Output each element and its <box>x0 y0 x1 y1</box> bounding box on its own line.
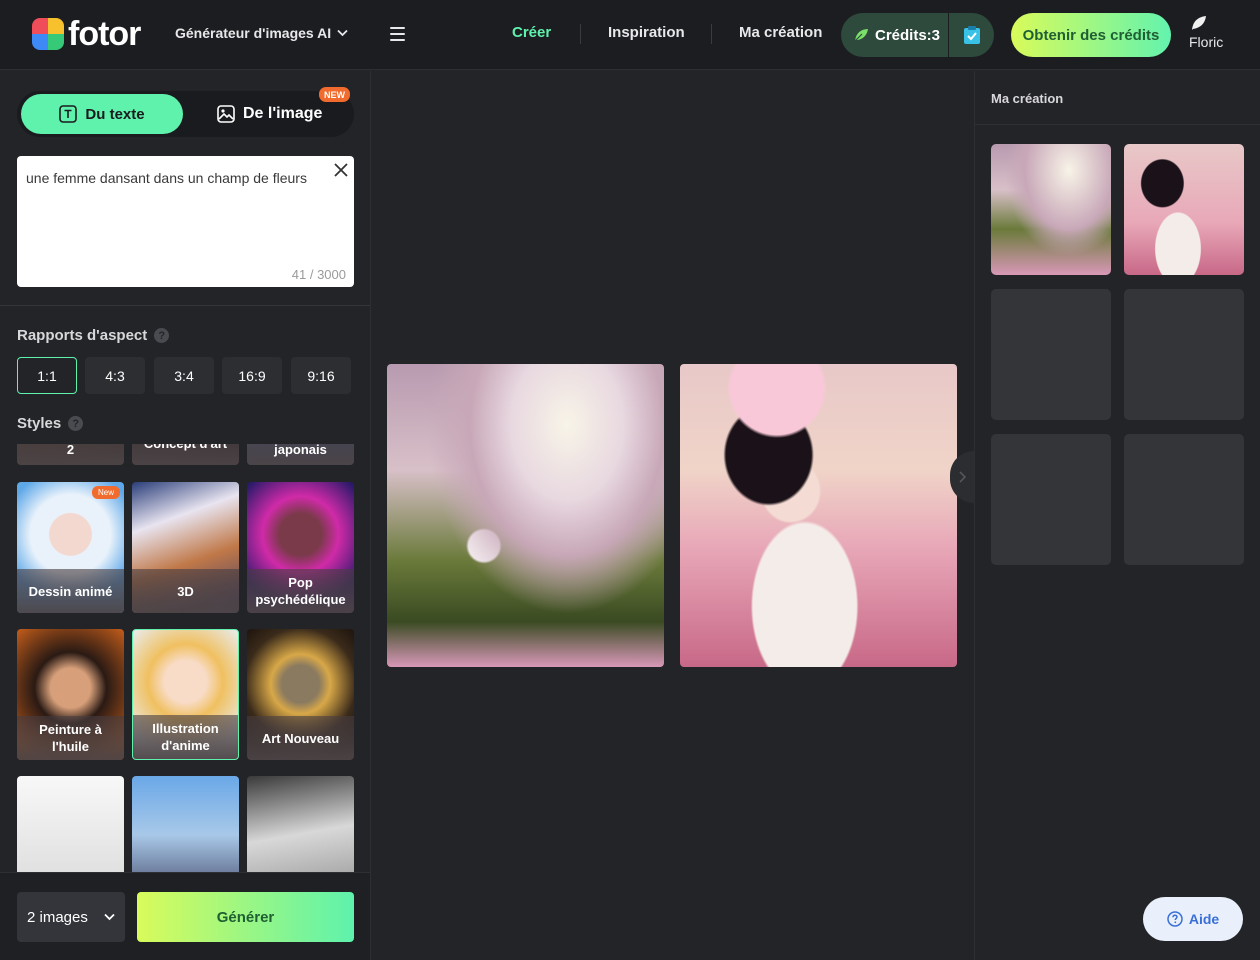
style-card-sketch[interactable] <box>17 776 124 872</box>
new-badge: NEW <box>319 87 350 102</box>
generate-bar: 2 images Générer <box>0 872 370 960</box>
clipboard-check-icon <box>963 26 980 44</box>
style-card-3d[interactable]: 3D <box>132 482 239 613</box>
style-card-illustration-anime[interactable]: Illustration d'anime <box>132 629 239 760</box>
tool-select-dropdown[interactable]: Générateur d'images AI <box>175 25 348 41</box>
style-card-art-nouveau[interactable]: Art Nouveau <box>247 629 354 760</box>
aspect-ratio-heading: Rapports d'aspect ? <box>17 327 170 344</box>
style-card-dessin-anime[interactable]: New Dessin animé <box>17 482 124 613</box>
aspect-ratio-label: Rapports d'aspect <box>17 327 148 344</box>
style-card-monochrome[interactable] <box>247 776 354 872</box>
ratio-1-1[interactable]: 1:1 <box>17 357 77 394</box>
nav-separator <box>711 24 712 44</box>
nav-inspiration[interactable]: Inspiration <box>608 24 685 41</box>
my-creations-title: Ma création <box>991 91 1064 106</box>
creation-thumbnail[interactable] <box>991 144 1111 275</box>
creation-thumbnail-placeholder <box>1124 434 1244 565</box>
get-credits-button[interactable]: Obtenir des crédits <box>1011 13 1171 57</box>
close-icon[interactable] <box>333 162 349 178</box>
app-root: fotor Générateur d'images AI Créer Inspi… <box>0 0 1260 960</box>
top-header: fotor Générateur d'images AI Créer Inspi… <box>0 0 1260 70</box>
credits-pill[interactable]: Crédits:3 <box>841 13 994 57</box>
style-card-partial[interactable]: 2 <box>17 444 124 465</box>
help-icon[interactable]: ? <box>154 328 170 343</box>
user-menu[interactable]: Floric <box>1186 14 1228 58</box>
new-badge: New <box>92 486 120 499</box>
prompt-textarea[interactable]: une femme dansant dans un champ de fleur… <box>17 156 354 287</box>
tab-du-texte-label: Du texte <box>85 105 145 123</box>
generated-image-1[interactable] <box>387 364 664 667</box>
styles-grid: 2 Concept d'art japonais New Dessin anim… <box>17 444 354 872</box>
nav-creer[interactable]: Créer <box>512 24 551 41</box>
prompt-text[interactable]: une femme dansant dans un champ de fleur… <box>26 170 326 186</box>
creation-thumbnail[interactable] <box>1124 144 1244 275</box>
chevron-down-icon <box>104 913 115 921</box>
style-card-peinture-huile[interactable]: Peinture à l'huile <box>17 629 124 760</box>
tab-de-limage-label: De l'image <box>243 105 323 122</box>
leaf-icon <box>854 29 868 42</box>
mode-toggle: Du texte De l'image NEW <box>17 87 354 137</box>
help-label: Aide <box>1188 911 1220 927</box>
image-count-select[interactable]: 2 images <box>17 892 125 942</box>
creation-thumbnail-placeholder <box>991 289 1111 420</box>
aspect-ratio-group: 1:1 4:3 3:4 16:9 9:16 <box>17 357 352 394</box>
creation-thumbnail-placeholder <box>991 434 1111 565</box>
panel-divider <box>975 124 1260 125</box>
creation-thumbnail-placeholder <box>1124 289 1244 420</box>
ratio-4-3[interactable]: 4:3 <box>85 357 145 394</box>
style-card-anime-city[interactable] <box>132 776 239 872</box>
generate-button[interactable]: Générer <box>137 892 354 942</box>
left-panel: Du texte De l'image NEW une femme dansan… <box>0 71 371 960</box>
nav-ma-creation[interactable]: Ma création <box>739 24 822 41</box>
nav-separator <box>580 24 581 44</box>
generated-image-2[interactable] <box>680 364 957 667</box>
user-name: Floric <box>1189 34 1224 50</box>
style-card-partial[interactable]: Concept d'art <box>132 444 239 465</box>
my-creations-panel: Ma création <box>974 71 1260 960</box>
style-card-pop-psychedelique[interactable]: Pop psychédélique <box>247 482 354 613</box>
task-clipboard-button[interactable] <box>948 13 994 57</box>
logo-mark-icon <box>32 18 64 50</box>
text-icon <box>59 105 78 123</box>
style-card-partial[interactable]: japonais <box>247 444 354 465</box>
ratio-3-4[interactable]: 3:4 <box>154 357 214 394</box>
menu-icon[interactable] <box>390 27 405 41</box>
section-divider <box>0 305 370 306</box>
fotor-logo[interactable]: fotor <box>32 15 141 53</box>
ratio-9-16[interactable]: 9:16 <box>291 357 351 394</box>
styles-label: Styles <box>17 415 62 432</box>
chevron-right-icon <box>958 471 966 483</box>
avatar-leaf-icon <box>1192 16 1206 30</box>
credits-label: Crédits:3 <box>875 26 941 44</box>
tab-du-texte[interactable]: Du texte <box>21 94 183 134</box>
image-icon <box>217 105 235 123</box>
tool-select-label: Générateur d'images AI <box>175 25 332 41</box>
logo-text: fotor <box>68 15 141 53</box>
help-button[interactable]: Aide <box>1143 897 1243 941</box>
result-canvas <box>371 71 974 960</box>
question-circle-icon <box>1167 911 1183 927</box>
ratio-16-9[interactable]: 16:9 <box>222 357 282 394</box>
chevron-down-icon <box>337 29 348 37</box>
styles-heading: Styles ? <box>17 415 84 432</box>
prompt-character-counter: 41 / 3000 <box>291 267 346 282</box>
image-count-label: 2 images <box>27 908 88 926</box>
help-icon[interactable]: ? <box>68 416 84 431</box>
